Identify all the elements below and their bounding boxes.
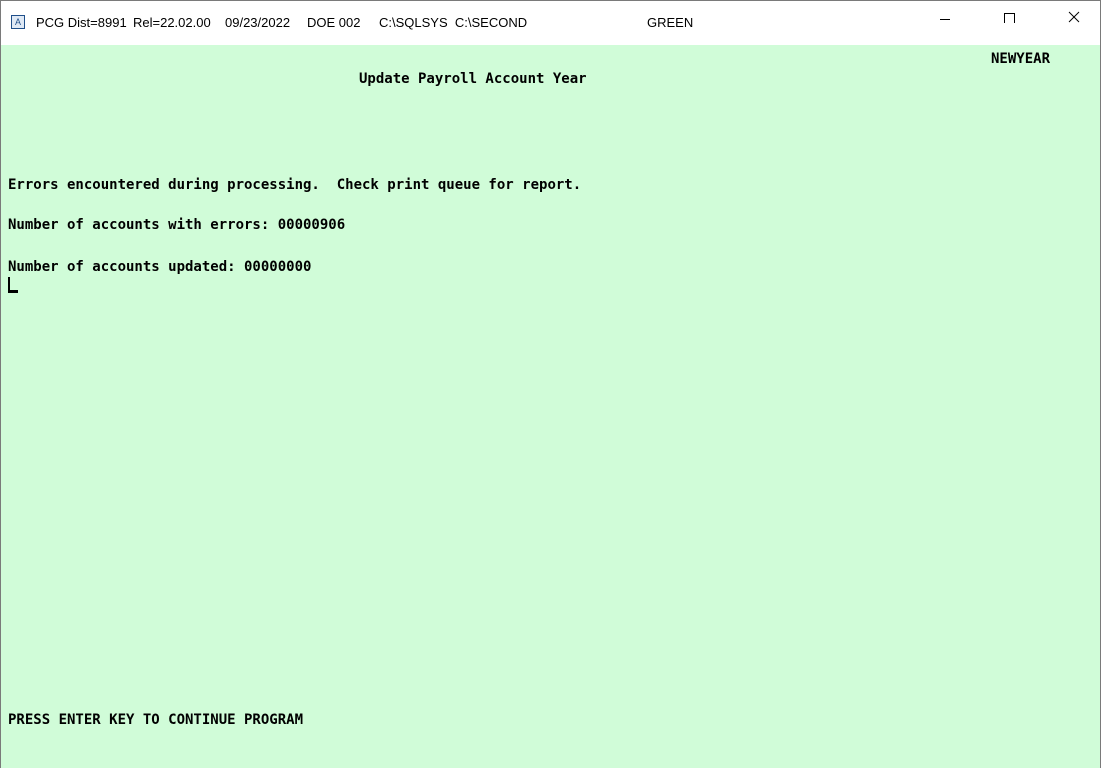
maximize-button[interactable] xyxy=(986,1,1032,33)
title-paths: C:\SQLSYS C:\SECOND xyxy=(379,15,528,30)
minimize-icon xyxy=(940,19,950,20)
screen-title: Update Payroll Account Year xyxy=(359,71,587,87)
minimize-button[interactable] xyxy=(922,1,968,33)
terminal-window: A PCG Dist=8991 Rel=22.02.00 09/23/2022 … xyxy=(0,0,1101,768)
title-doe: DOE 002 xyxy=(307,15,361,30)
title-bar[interactable]: A PCG Dist=8991 Rel=22.02.00 09/23/2022 … xyxy=(1,1,1100,45)
maximize-icon xyxy=(1004,13,1015,23)
title-release: Rel=22.02.00 xyxy=(133,15,211,30)
app-icon[interactable]: A xyxy=(11,15,25,29)
error-message: Errors encountered during processing. Ch… xyxy=(8,177,582,193)
title-product: PCG Dist=8991 xyxy=(36,15,127,30)
continue-prompt: PRESS ENTER KEY TO CONTINUE PROGRAM xyxy=(8,712,304,728)
title-date: 09/23/2022 xyxy=(225,15,291,30)
program-id: NEWYEAR xyxy=(991,51,1051,67)
errors-count-line: Number of accounts with errors: 00000906 xyxy=(8,217,346,233)
terminal-screen[interactable]: NEWYEAR Update Payroll Account Year Erro… xyxy=(1,45,1100,768)
title-color-scheme: GREEN xyxy=(647,15,694,30)
updated-count-line: Number of accounts updated: 00000000 xyxy=(8,259,312,275)
close-icon xyxy=(1068,11,1080,23)
text-cursor xyxy=(8,290,18,293)
close-button[interactable] xyxy=(1051,1,1097,33)
